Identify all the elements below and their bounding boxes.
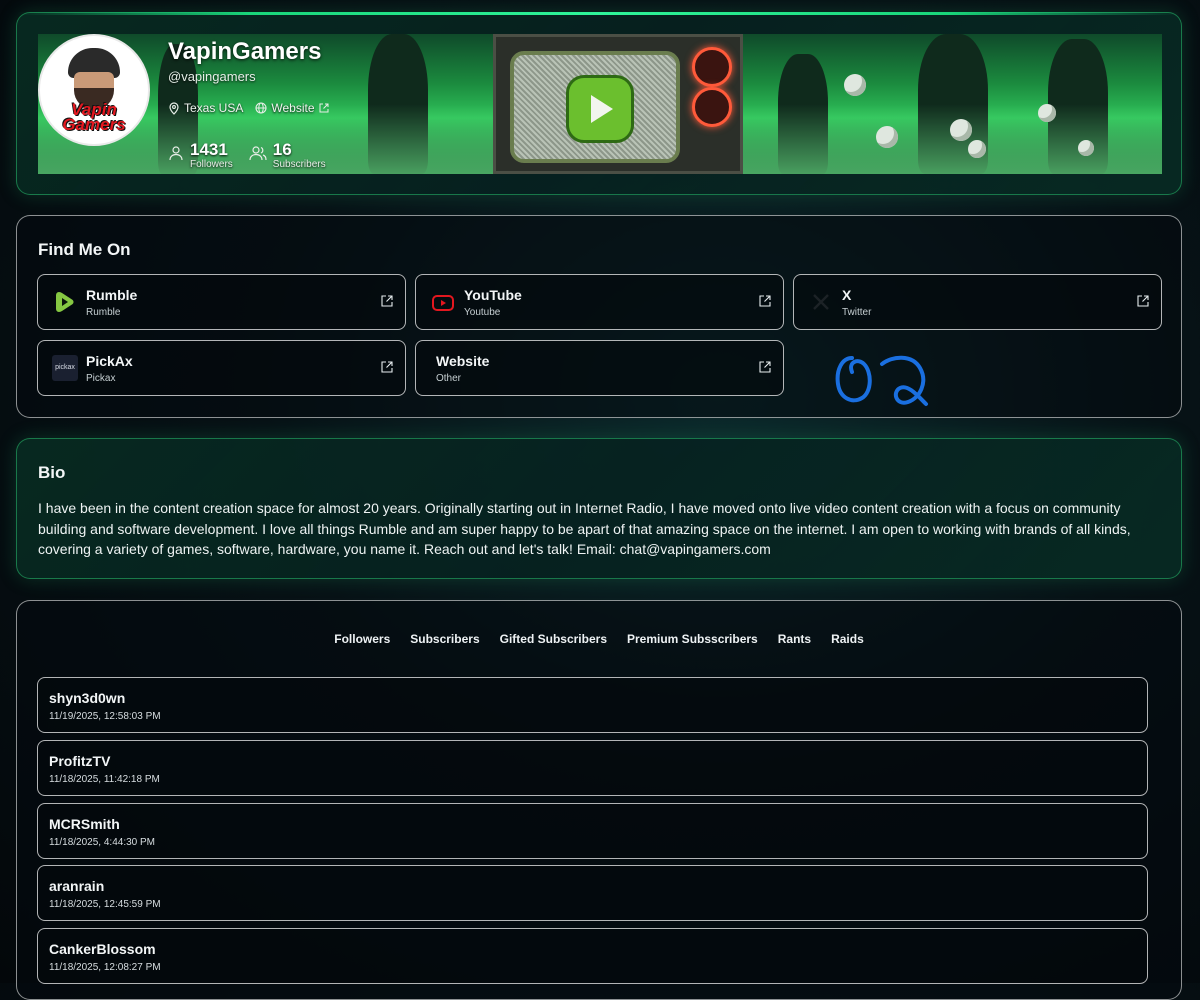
bio-card: Bio I have been in the content creation … <box>16 438 1182 579</box>
link-type: Other <box>436 373 462 384</box>
link-pickax[interactable]: pickax PickAx Pickax <box>37 340 406 396</box>
location-text: Texas USA <box>184 101 244 115</box>
list-item-date: 11/18/2025, 12:08:27 PM <box>49 962 161 973</box>
external-link-icon <box>319 103 328 113</box>
rumble-logo-icon <box>566 75 634 143</box>
link-website[interactable]: Website Other <box>415 340 784 396</box>
location-pin-icon <box>169 101 179 115</box>
bio-title: Bio <box>38 463 66 482</box>
activity-tabs: Followers Subscribers Gifted Subscribers… <box>17 632 1181 646</box>
tab-premium-subscribers[interactable]: Premium Subsscribers <box>627 632 758 646</box>
link-youtube[interactable]: YouTube Youtube <box>415 274 784 330</box>
list-item-date: 11/18/2025, 4:44:30 PM <box>49 837 156 848</box>
activity-card: Followers Subscribers Gifted Subscribers… <box>16 600 1182 1000</box>
find-me-on-card: Find Me On Rumble Rumble YouTube Youtube… <box>16 215 1182 418</box>
list-item[interactable]: MCRSmith 11/18/2025, 4:44:30 PM <box>37 803 1148 859</box>
tab-subscribers[interactable]: Subscribers <box>410 632 479 646</box>
tab-gifted-subscribers[interactable]: Gifted Subscribers <box>500 632 607 646</box>
location: Texas USA <box>168 101 243 115</box>
avatar: Vapin Gamers <box>38 34 150 146</box>
list-item-date: 11/18/2025, 11:42:18 PM <box>49 774 160 785</box>
link-name: YouTube <box>464 287 522 303</box>
followers-label: Followers <box>190 159 233 170</box>
list-item[interactable]: aranrain 11/18/2025, 12:45:59 PM <box>37 865 1148 921</box>
external-link-icon <box>1137 295 1149 307</box>
list-item[interactable]: shyn3d0wn 11/19/2025, 12:58:03 PM <box>37 677 1148 733</box>
youtube-icon <box>432 295 454 311</box>
subscribers-stat: 16 Subscribers <box>249 141 326 170</box>
list-item-user: aranrain <box>49 878 105 894</box>
profile-header-card: Vapin Gamers VapinGamers @vapingamers Te… <box>16 12 1182 195</box>
user-icon <box>169 146 183 161</box>
tab-raids[interactable]: Raids <box>831 632 864 646</box>
website-link[interactable]: Website <box>255 101 328 115</box>
globe-icon <box>255 102 267 114</box>
website-link-label: Website <box>271 101 315 115</box>
avatar-logo-text: Vapin Gamers <box>62 100 126 134</box>
list-item-date: 11/19/2025, 12:58:03 PM <box>49 711 161 722</box>
profile-handle: @vapingamers <box>168 69 256 84</box>
accent-line <box>17 12 1181 15</box>
list-item[interactable]: ProfitzTV 11/18/2025, 11:42:18 PM <box>37 740 1148 796</box>
link-name: Website <box>436 353 490 369</box>
followers-count: 1431 <box>190 140 228 159</box>
users-icon <box>249 146 267 161</box>
followers-stat: 1431 Followers <box>168 141 233 170</box>
pickax-icon: pickax <box>52 355 78 381</box>
list-item-user: ProfitzTV <box>49 753 111 769</box>
list-item-date: 11/18/2025, 12:45:59 PM <box>49 899 161 910</box>
handwritten-scribble <box>835 355 928 406</box>
link-x[interactable]: X Twitter <box>793 274 1162 330</box>
external-link-icon <box>759 295 771 307</box>
profile-name: VapinGamers <box>168 38 322 65</box>
tab-rants[interactable]: Rants <box>778 632 811 646</box>
link-name: X <box>842 287 852 303</box>
x-icon <box>813 294 829 310</box>
list-item-user: CankerBlossom <box>49 941 156 957</box>
subscribers-count: 16 <box>272 140 292 159</box>
find-me-on-title: Find Me On <box>38 240 131 259</box>
tab-followers[interactable]: Followers <box>334 632 390 646</box>
link-name: PickAx <box>86 353 133 369</box>
subscribers-label: Subscribers <box>272 159 326 170</box>
link-type: Rumble <box>86 307 121 318</box>
link-name: Rumble <box>86 287 138 303</box>
list-item-user: shyn3d0wn <box>49 690 126 706</box>
bio-text: I have been in the content creation spac… <box>38 500 1131 557</box>
external-link-icon <box>381 361 393 373</box>
link-type: Youtube <box>464 307 501 318</box>
link-rumble[interactable]: Rumble Rumble <box>37 274 406 330</box>
link-type: Twitter <box>842 307 872 318</box>
rumble-icon <box>56 292 74 312</box>
link-type: Pickax <box>86 373 116 384</box>
list-item-user: MCRSmith <box>49 816 120 832</box>
list-item[interactable]: CankerBlossom 11/18/2025, 12:08:27 PM <box>37 928 1148 984</box>
external-link-icon <box>381 295 393 307</box>
tv-graphic <box>493 34 743 174</box>
external-link-icon <box>759 361 771 373</box>
